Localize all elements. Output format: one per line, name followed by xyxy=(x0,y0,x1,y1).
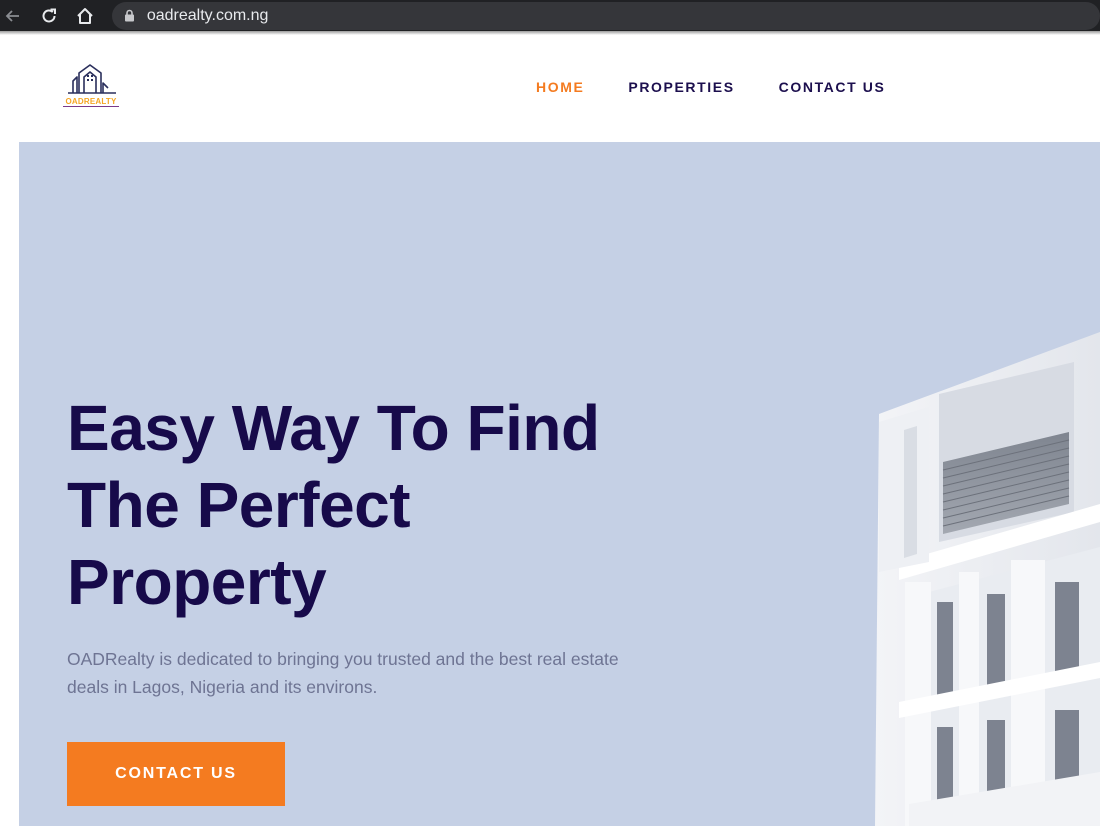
hero-title-line-3: Property xyxy=(67,546,327,618)
nav-properties[interactable]: PROPERTIES xyxy=(628,79,734,95)
site-logo[interactable]: OADREALTY xyxy=(60,63,122,111)
nav-contact-us[interactable]: CONTACT US xyxy=(779,79,886,95)
logo-underline xyxy=(63,106,119,107)
hero-title-line-2: The Perfect xyxy=(67,469,411,541)
hero-title-line-1: Easy Way To Find xyxy=(67,392,600,464)
hero-title: Easy Way To Find The Perfect Property xyxy=(67,390,687,621)
nav-home[interactable]: HOME xyxy=(536,79,584,95)
back-arrow-icon[interactable] xyxy=(0,3,26,29)
hero-subtitle: OADRealty is dedicated to bringing you t… xyxy=(67,649,619,697)
hero-section: Easy Way To Find The Perfect Property OA… xyxy=(19,142,1100,826)
logo-text: OADREALTY xyxy=(65,97,117,106)
browser-toolbar: oadrealty.com.ng xyxy=(0,0,1100,31)
home-icon[interactable] xyxy=(72,3,98,29)
building-image xyxy=(875,332,1100,826)
url-text: oadrealty.com.ng xyxy=(146,6,269,24)
logo-house-icon xyxy=(68,64,116,94)
address-bar[interactable]: oadrealty.com.ng xyxy=(111,1,1100,30)
reload-icon[interactable] xyxy=(36,3,62,29)
contact-us-button[interactable]: CONTACT US xyxy=(67,742,285,806)
main-nav: HOME PROPERTIES CONTACT US xyxy=(536,79,929,95)
lock-icon[interactable] xyxy=(124,9,135,22)
site-header: OADREALTY HOME PROPERTIES CONTACT US xyxy=(0,35,1100,142)
